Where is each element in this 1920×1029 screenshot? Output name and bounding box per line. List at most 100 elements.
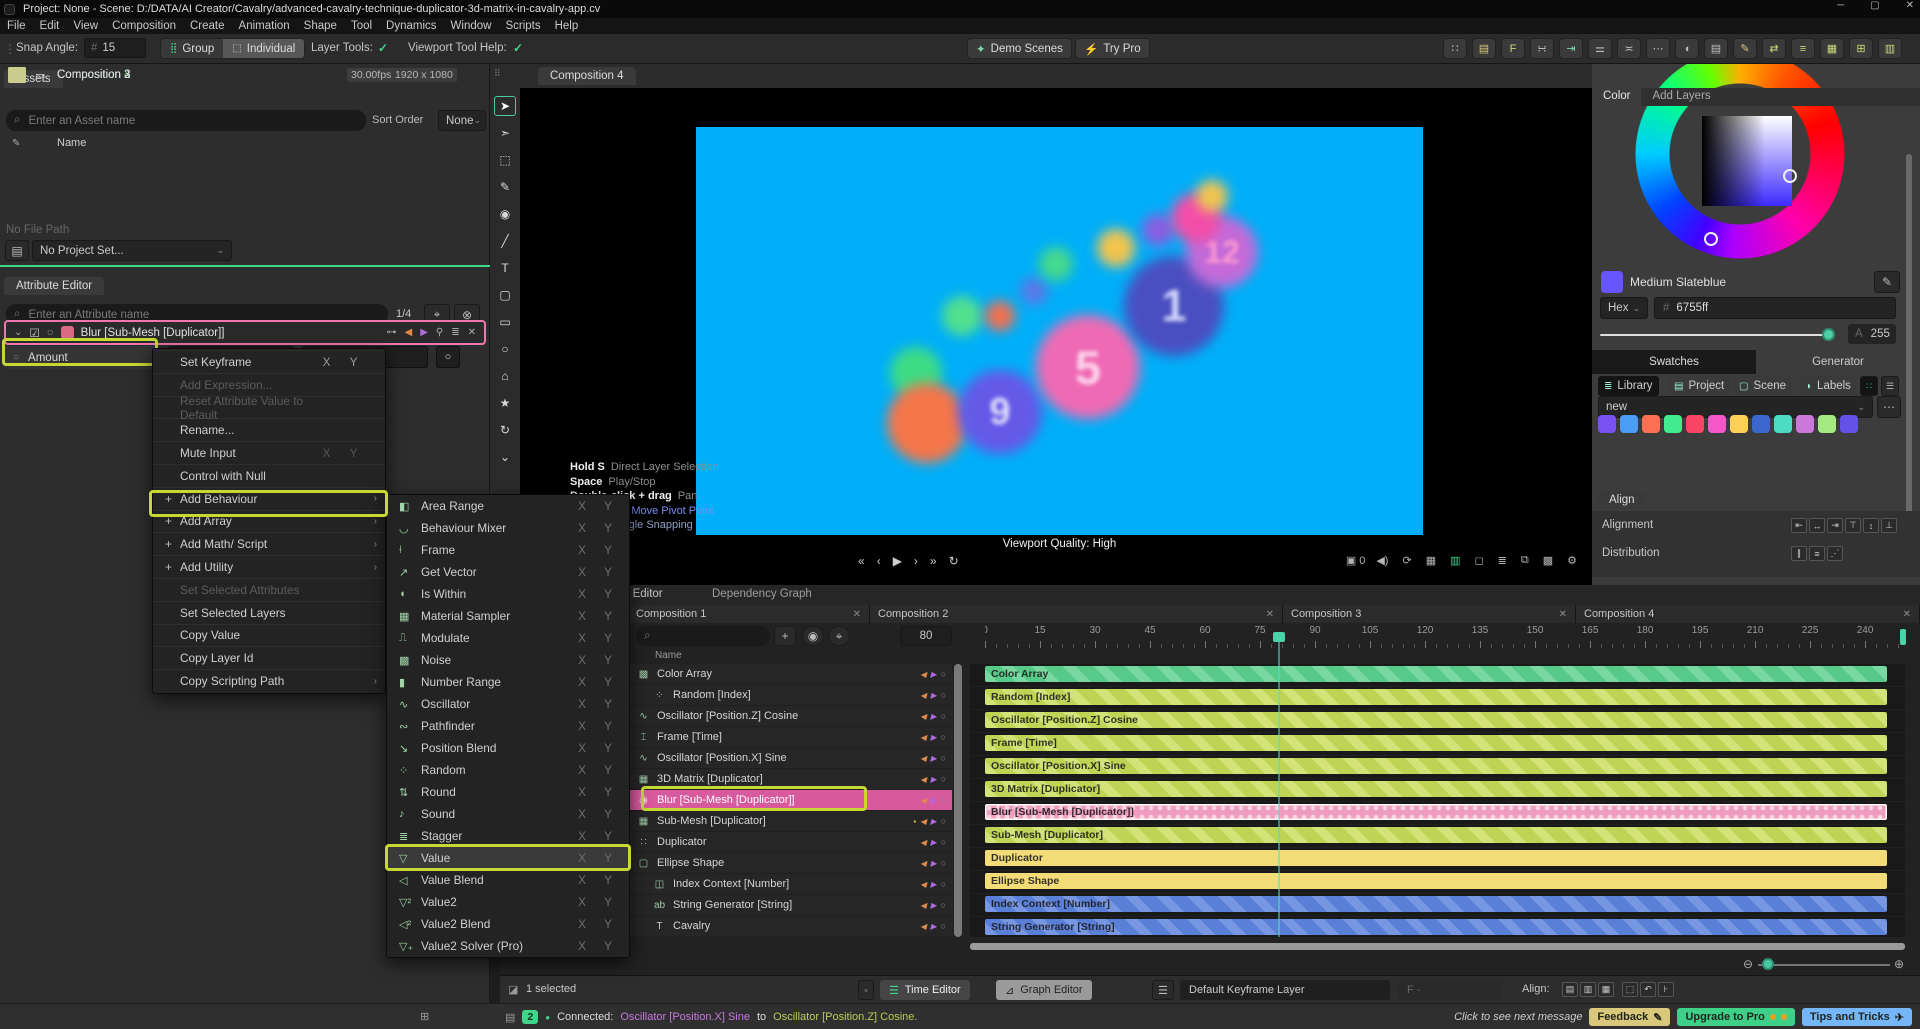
graph-editor-button[interactable]: ⊿ Graph Editor [996, 980, 1092, 1000]
keyframe-tool-button[interactable]: ↶ [1640, 982, 1656, 997]
next-connection-icon[interactable]: ▶ [930, 670, 936, 679]
asset-color-swatch[interactable] [8, 67, 26, 83]
keyframe-tool-button[interactable]: ⬚ [1622, 982, 1638, 997]
context-menu-item[interactable]: + Add Behaviour › [153, 487, 385, 510]
duplicated-circle[interactable] [1020, 277, 1048, 305]
attribute-layer-header[interactable]: ⌄ ☑ ○ Blur [Sub-Mesh [Duplicator]] ⊶ ◀ ▶… [4, 320, 486, 345]
submenu-item[interactable]: ▩ Noise X Y [387, 649, 629, 671]
collapse-chevron-icon[interactable]: ⌄ [14, 327, 22, 338]
submenu-item[interactable]: ⁘ Random X Y [387, 759, 629, 781]
color-swatch[interactable] [1708, 415, 1726, 433]
layer-tools-check-icon[interactable]: ✓ [378, 41, 388, 55]
prev-connection-icon[interactable]: ◀ [920, 838, 926, 847]
color-swatch[interactable] [1752, 415, 1770, 433]
context-menu-item[interactable]: Set Keyframe X Y [153, 350, 385, 373]
target-filter-icon[interactable]: ⌖ [828, 626, 850, 646]
message-count-badge[interactable]: 2 [522, 1010, 538, 1024]
tool-button[interactable]: ✎ [494, 177, 516, 197]
color-mode-dropdown[interactable]: Hex⌄ [1600, 297, 1648, 319]
eyedropper-button[interactable]: ✎ [1874, 271, 1900, 293]
layer-filter-input[interactable] [656, 629, 762, 643]
layer-row[interactable]: ▢Ellipse Shape◀▶○ [628, 853, 952, 874]
menu-item[interactable]: Shape [297, 20, 344, 32]
toolbar-icon[interactable]: ≍ [1617, 38, 1641, 59]
menu-item[interactable]: Edit [33, 20, 67, 32]
solo-circle-icon[interactable]: ○ [941, 879, 946, 889]
layer-row[interactable]: ⁘Random [Index]◀▶○ [628, 685, 952, 706]
align-tab[interactable]: Align [1598, 491, 1646, 509]
context-menu-item[interactable]: + Add Utility › [153, 555, 385, 578]
feedback-button[interactable]: Feedback✎ [1589, 1008, 1670, 1026]
alpha-field[interactable]: A255 [1848, 324, 1896, 344]
composition-tab[interactable]: Composition 4✕ [1576, 605, 1920, 623]
alignment-button[interactable]: ⊤ [1845, 518, 1861, 533]
prev-input-icon[interactable]: ◀ [404, 327, 412, 338]
submenu-item[interactable]: ◁² Value2 Blend X Y [387, 913, 629, 935]
asset-search-input[interactable] [26, 114, 358, 128]
solo-circle-icon[interactable]: ○ [941, 816, 946, 826]
viewport-icon[interactable]: ▥ [1450, 554, 1463, 567]
menu-item[interactable]: Help [548, 20, 586, 32]
menu-item[interactable]: Animation [232, 20, 297, 32]
keyframe-align-button[interactable]: ▦ [1598, 982, 1614, 997]
submenu-item[interactable]: ▽² Value2 X Y [387, 891, 629, 913]
try-pro-button[interactable]: ⚡Try Pro [1075, 38, 1150, 59]
context-menu-item[interactable]: Reset Attribute Value to Default [153, 396, 385, 419]
next-connection-icon[interactable]: ▶ [930, 796, 936, 805]
playhead-handle[interactable] [1273, 632, 1285, 642]
alignment-button[interactable]: ↕ [1863, 518, 1879, 533]
duplicated-circle[interactable] [942, 296, 982, 336]
tool-button[interactable]: ▭ [494, 312, 516, 332]
close-icon[interactable]: ✕ [468, 327, 476, 338]
tool-button[interactable]: ╱ [494, 231, 516, 251]
next-message-link[interactable]: Click to see next message [1454, 1011, 1582, 1023]
swatch-set-more-button[interactable]: ⋯ [1877, 396, 1901, 418]
keyframe-align-button[interactable]: ▥ [1580, 982, 1596, 997]
range-end-marker[interactable] [1900, 629, 1906, 645]
viewport-icon[interactable]: ▣0 [1346, 554, 1366, 567]
hex-field[interactable]: #6755ff [1654, 297, 1896, 319]
color-swatch[interactable] [1686, 415, 1704, 433]
current-frame-field[interactable]: 80 [900, 626, 952, 646]
track-bar[interactable]: Blur [Sub-Mesh [Duplicator]] [985, 804, 1887, 820]
color-swatch[interactable] [1840, 415, 1858, 433]
next-connection-icon[interactable]: ▶ [930, 712, 936, 721]
prev-connection-icon[interactable]: ◀ [920, 796, 926, 805]
keyframe-stack-icon[interactable]: ☰ [1152, 980, 1174, 1000]
close-tab-icon[interactable]: ✕ [1895, 609, 1911, 620]
track-bar[interactable]: Oscillator [Position.X] Sine [985, 758, 1887, 774]
menu-item[interactable]: Create [183, 20, 232, 32]
layer-row[interactable]: ⌶Frame [Time]◀▶○ [628, 727, 952, 748]
toolbar-icon[interactable]: ∷ [1443, 38, 1467, 59]
next-connection-icon[interactable]: ▶ [930, 859, 936, 868]
submenu-item[interactable]: ≣ Stagger X Y [387, 825, 629, 847]
zoom-in-icon[interactable]: ⊕ [1894, 957, 1904, 971]
submenu-item[interactable]: ◁ Value Blend X Y [387, 869, 629, 891]
toolbar-icon[interactable]: ⚌ [1588, 38, 1612, 59]
next-connection-icon[interactable]: ▶ [930, 838, 936, 847]
project-set-dropdown[interactable]: No Project Set...⌄ [32, 240, 232, 261]
duplicated-circle[interactable] [985, 301, 1015, 331]
viewport-icon[interactable]: ◀) [1376, 554, 1391, 567]
solo-circle-icon[interactable]: ○ [941, 921, 946, 931]
distribution-button[interactable]: ≡ [1809, 546, 1825, 561]
next-connection-icon[interactable]: ▶ [930, 691, 936, 700]
color-swatch[interactable] [1642, 415, 1660, 433]
attribute-amount-row[interactable]: ○ Amount [4, 346, 156, 369]
color-swatch[interactable] [1796, 415, 1814, 433]
menu-item[interactable]: Dynamics [379, 20, 443, 32]
timeline-ruler[interactable]: 0153045607590105120135150165180195210225… [985, 623, 1905, 650]
next-connection-icon[interactable]: ▶ [930, 817, 936, 826]
menu-item[interactable]: Tool [344, 20, 379, 32]
viewport-icon[interactable]: ▦ [1426, 554, 1439, 567]
zoom-slider-knob[interactable] [1762, 958, 1774, 970]
solo-filter-icon[interactable]: ◉ [802, 626, 824, 646]
transport-button[interactable]: » [930, 554, 937, 568]
track-bar[interactable]: Random [Index] [985, 689, 1887, 705]
keyframe-tool-button[interactable]: ⊦ [1658, 982, 1674, 997]
toolbar-icon[interactable]: ◖ [1675, 38, 1699, 59]
next-connection-icon[interactable]: ▶ [930, 922, 936, 931]
next-connection-icon[interactable]: ▶ [930, 880, 936, 889]
context-menu-item[interactable]: Set Selected Attributes [153, 578, 385, 601]
solo-circle-icon[interactable]: ○ [941, 858, 946, 868]
